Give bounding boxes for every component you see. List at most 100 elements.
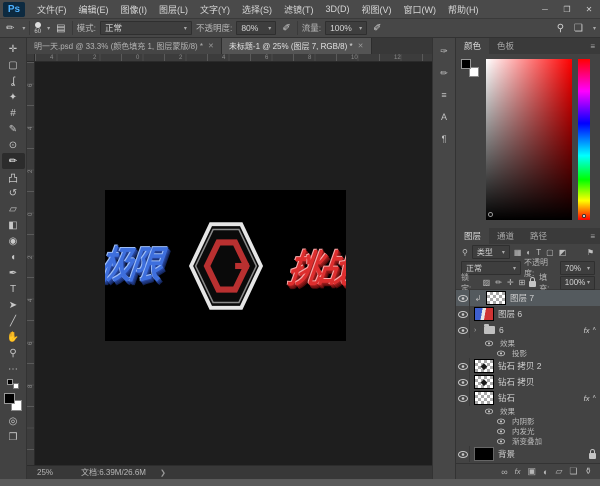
foreground-background-swatches[interactable] — [4, 393, 22, 411]
hue-cursor-icon[interactable] — [582, 214, 586, 218]
layer-opacity-select[interactable]: 70% ▾ — [560, 261, 595, 275]
layer-row-diamond[interactable]: 钻石 fx ˄ — [456, 390, 600, 406]
effect-row-dropshadow[interactable]: 投影 — [456, 348, 600, 358]
hand-tool[interactable]: ✋ — [2, 329, 25, 345]
pen-tool[interactable]: ✒ — [2, 265, 25, 281]
brush-settings-toggle-icon[interactable]: ▤ — [54, 23, 67, 34]
character-panel-icon[interactable]: A — [435, 110, 453, 124]
line-tool[interactable]: ╱ — [2, 313, 25, 329]
lock-all-icon[interactable] — [529, 281, 536, 287]
quick-selection-tool[interactable]: ✦ — [2, 89, 25, 105]
layer-thumbnail[interactable]: ◆ — [474, 359, 494, 373]
crop-tool[interactable]: # — [2, 105, 25, 121]
document-canvas[interactable]: 极限 挑战 — [105, 190, 346, 341]
opacity-select[interactable]: 80% ▾ — [236, 21, 276, 35]
layer-style-icon[interactable]: fx — [515, 467, 521, 476]
dodge-tool[interactable]: ◖ — [2, 249, 25, 265]
filter-type-select[interactable]: 类型 ▾ — [472, 245, 510, 259]
document-tab-2[interactable]: 未标题-1 @ 25% (图层 7, RGB/8) * ✕ — [222, 38, 372, 54]
tool-presets-panel-icon[interactable]: ≡ — [435, 88, 453, 102]
new-layer-icon[interactable]: ❏ — [569, 466, 577, 477]
layer-row-layer6[interactable]: 图层 6 — [456, 306, 600, 322]
tab-color[interactable]: 颜色 — [456, 38, 489, 54]
eraser-tool[interactable]: ▱ — [2, 201, 25, 217]
eye-icon[interactable] — [456, 290, 470, 306]
path-selection-tool[interactable]: ➤ — [2, 297, 25, 313]
gradient-tool[interactable]: ◧ — [2, 217, 25, 233]
eyedropper-tool[interactable]: ✎ — [2, 121, 25, 137]
menu-item[interactable]: 文字(Y) — [194, 1, 236, 18]
lock-move-icon[interactable]: ✛ — [506, 278, 515, 287]
document-tab-1[interactable]: 明一天.psd @ 33.3% (颜色填充 1, 图层蒙版/8) * ✕ — [27, 38, 222, 54]
flow-select[interactable]: 100% ▾ — [325, 21, 367, 35]
clone-stamp-tool[interactable]: 凸 — [2, 169, 25, 185]
eye-icon[interactable] — [456, 374, 470, 390]
eye-icon[interactable] — [495, 349, 506, 357]
lock-paint-icon[interactable]: ✏ — [494, 278, 503, 287]
filter-shape-layers-icon[interactable]: ▢ — [545, 248, 555, 257]
lock-artboard-icon[interactable]: ⊞ — [518, 278, 527, 287]
default-swap-colors-icon[interactable] — [7, 379, 19, 389]
mode-select[interactable]: 正常 ▾ — [100, 21, 192, 35]
eye-icon[interactable] — [483, 407, 494, 415]
paragraph-panel-icon[interactable]: ¶ — [435, 132, 453, 146]
panel-menu-icon[interactable]: ≡ — [590, 42, 595, 51]
layer-thumbnail[interactable] — [474, 391, 494, 405]
eye-icon[interactable] — [456, 390, 470, 406]
maximize-button[interactable]: ❐ — [556, 1, 578, 17]
menu-item[interactable]: 文件(F) — [31, 1, 73, 18]
marquee-tool[interactable]: ▢ — [2, 57, 25, 73]
eye-icon[interactable] — [495, 437, 506, 445]
color-panel-swatches[interactable] — [461, 59, 479, 77]
hue-slider[interactable] — [578, 59, 590, 220]
eye-icon[interactable] — [483, 339, 494, 347]
fx-badge[interactable]: fx ˄ — [584, 394, 596, 403]
menu-item[interactable]: 滤镜(T) — [278, 1, 320, 18]
zoom-level-field[interactable]: 25% — [37, 468, 53, 477]
tab-layers[interactable]: 图层 — [456, 228, 489, 244]
filter-type-layers-icon[interactable]: T — [535, 248, 542, 257]
brush-tool[interactable]: ✏ — [2, 153, 25, 169]
history-brush-tool[interactable]: ↺ — [2, 185, 25, 201]
brush-preset-picker[interactable]: 60 — [34, 22, 41, 35]
layer-thumbnail[interactable] — [486, 291, 506, 305]
menu-item[interactable]: 窗口(W) — [398, 1, 443, 18]
eye-icon[interactable] — [456, 358, 470, 374]
filter-pixel-layers-icon[interactable]: ▦ — [513, 248, 523, 257]
healing-brush-tool[interactable]: ⊙ — [2, 137, 25, 153]
blur-tool[interactable]: ◉ — [2, 233, 25, 249]
eye-icon[interactable] — [456, 322, 470, 338]
lasso-tool[interactable]: ʆ — [2, 73, 25, 89]
effect-row-inner-glow[interactable]: 内发光 — [456, 426, 600, 436]
fill-select[interactable]: 100% ▾ — [560, 276, 595, 290]
effect-row-inner-shadow[interactable]: 内阴影 — [456, 416, 600, 426]
quick-mask-mode-icon[interactable]: ◎ — [2, 413, 25, 429]
layer-thumbnail[interactable]: ◆ — [474, 375, 494, 389]
eye-icon[interactable] — [456, 306, 470, 322]
filter-smart-objects-icon[interactable]: ◩ — [558, 248, 568, 257]
tab-channels[interactable]: 通道 — [489, 228, 522, 244]
new-group-icon[interactable]: ▱ — [555, 466, 562, 477]
zoom-tool[interactable]: ⚲ — [2, 345, 25, 361]
brush-panel-icon[interactable]: ✑ — [435, 44, 453, 58]
color-cursor-icon[interactable] — [488, 212, 493, 217]
panel-menu-icon[interactable]: ≡ — [590, 232, 595, 241]
group-expander-icon[interactable]: › — [474, 327, 480, 334]
link-layers-icon[interactable]: ∞ — [501, 467, 507, 477]
tab-close-icon[interactable]: ✕ — [208, 42, 214, 50]
menu-item[interactable]: 帮助(H) — [442, 1, 485, 18]
edit-toolbar-icon[interactable]: ⋯ — [2, 361, 25, 377]
minimize-button[interactable]: ─ — [534, 1, 556, 17]
fx-badge[interactable]: fx ˄ — [584, 326, 596, 335]
effects-header-row[interactable]: 效果 — [456, 406, 600, 416]
lock-transparent-icon[interactable]: ▨ — [482, 278, 492, 287]
menu-item[interactable]: 图层(L) — [153, 1, 194, 18]
filter-adjustment-layers-icon[interactable]: ◐ — [525, 248, 532, 257]
menu-item[interactable]: 选择(S) — [236, 1, 278, 18]
status-options-chevron-icon[interactable]: ❯ — [160, 469, 166, 477]
pressure-opacity-icon[interactable]: ✐ — [280, 23, 292, 34]
filter-search-icon[interactable]: ⚲ — [461, 248, 469, 257]
screen-mode-icon[interactable]: ❐ — [2, 429, 25, 445]
menu-item[interactable]: 图像(I) — [115, 1, 154, 18]
brush-picker-caret-icon[interactable]: ▾ — [47, 25, 50, 32]
